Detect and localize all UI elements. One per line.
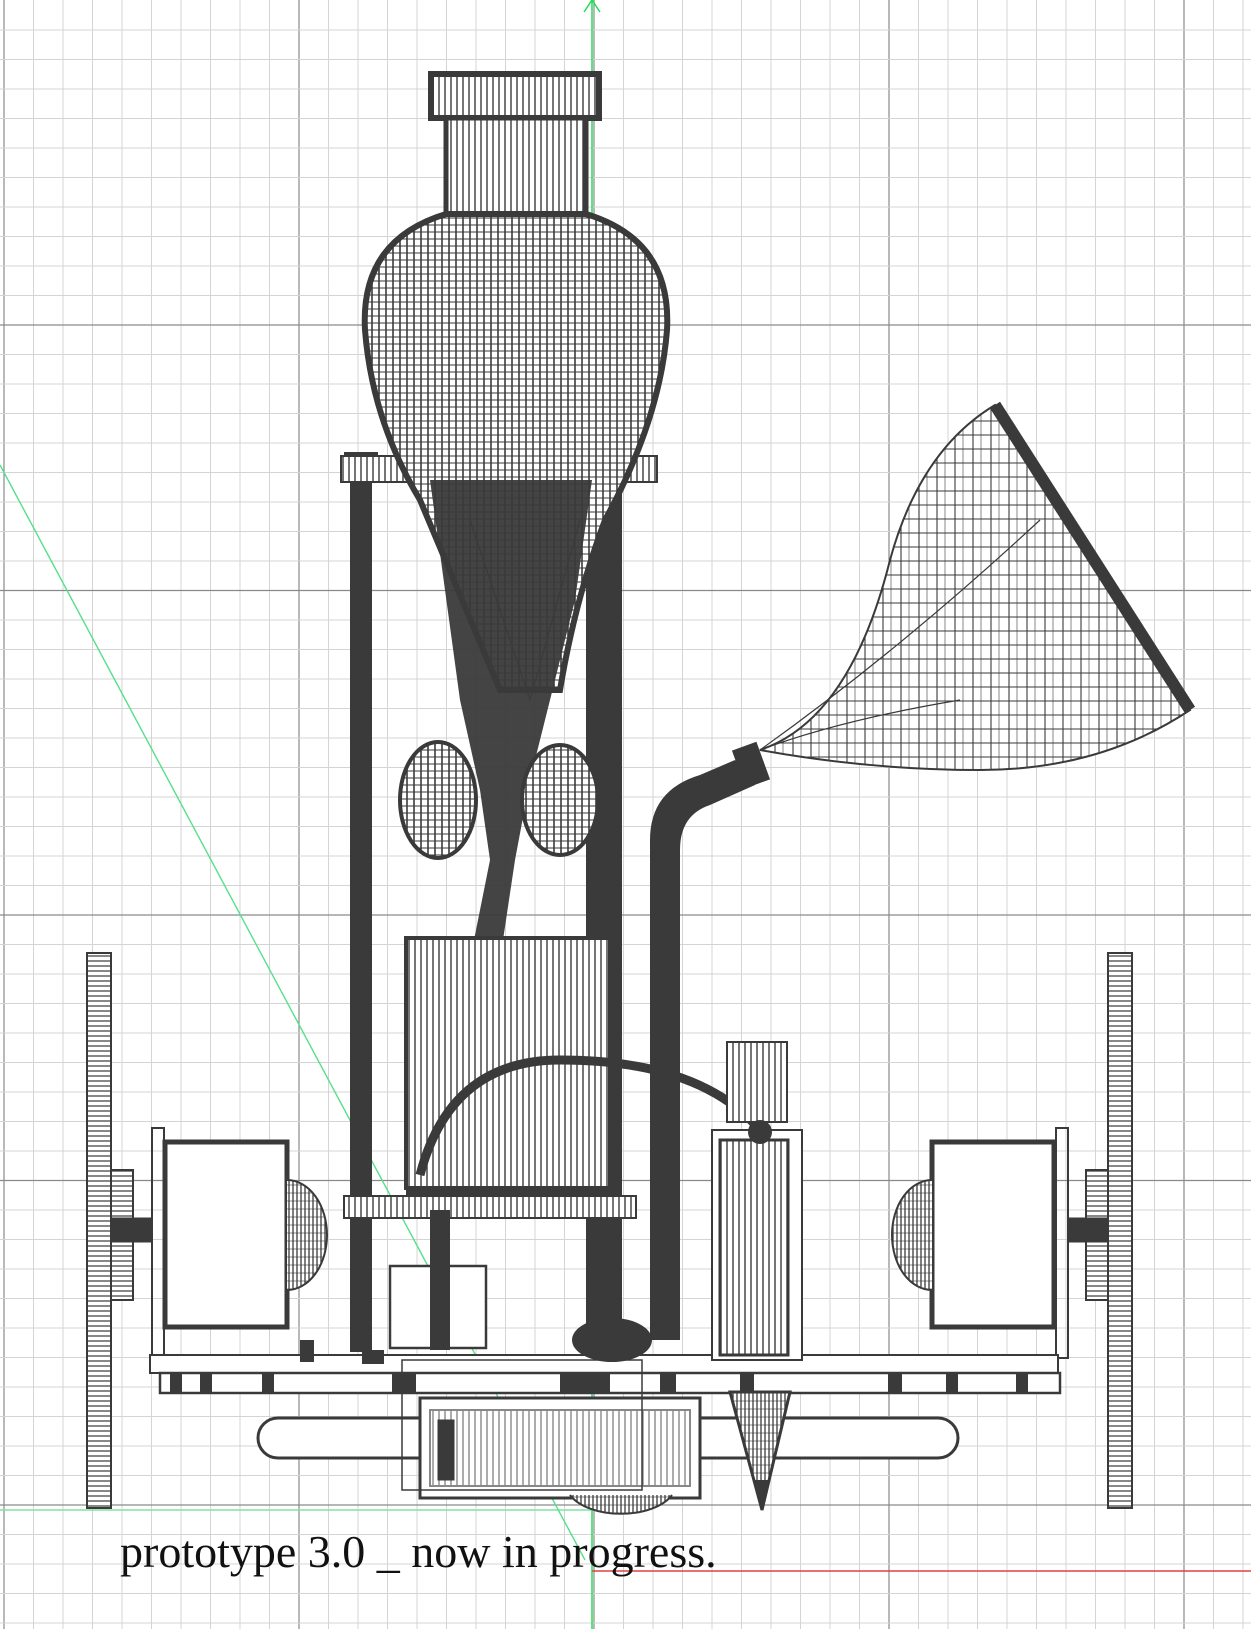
left-wheel (86, 952, 152, 1509)
caption: prototype 3.0 _ now in progress. (120, 1526, 717, 1577)
cad-viewport[interactable]: prototype 3.0 _ now in progress. (0, 0, 1251, 1629)
cylinder-tank (404, 936, 612, 1212)
machine-drawing (86, 71, 1196, 1515)
axle-bar (256, 1396, 960, 1515)
cad-drawing (0, 0, 1251, 1629)
right-wheel (1067, 952, 1133, 1509)
left-motor (151, 1127, 328, 1359)
